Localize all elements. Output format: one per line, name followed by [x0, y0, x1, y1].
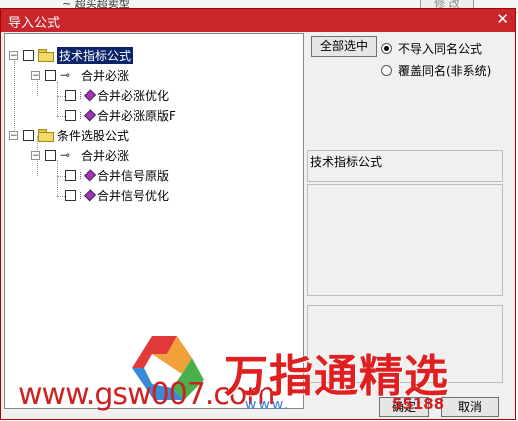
checkbox[interactable]: [65, 109, 76, 121]
tree-item-technical-indicators[interactable]: − 技术指标公式: [9, 46, 134, 64]
folder-icon: [38, 49, 54, 62]
tree-item-stock-screening[interactable]: − 条件选股公式: [9, 126, 129, 144]
radio-unselected-icon[interactable]: [381, 65, 392, 76]
tree-connector: [14, 54, 15, 136]
collapse-toggle[interactable]: −: [9, 130, 18, 140]
checkbox[interactable]: [45, 149, 56, 161]
radio-label: 不导入同名公式: [398, 42, 483, 56]
radio-selected-icon[interactable]: [381, 43, 392, 54]
description-panel: [307, 184, 503, 296]
tree-item-formula[interactable]: 合并必涨优化: [65, 86, 169, 104]
tree-item-formula[interactable]: 合并信号优化: [65, 186, 169, 204]
collapse-toggle[interactable]: −: [31, 70, 40, 80]
tree-item-label: 技术指标公式: [57, 46, 134, 64]
tree-connector: [57, 160, 58, 196]
watermark-url-text: www.: [245, 397, 291, 413]
tree-item-label: 合并信号原版: [97, 168, 170, 183]
checkbox[interactable]: [23, 129, 34, 141]
description-title: 技术指标公式: [310, 155, 383, 169]
dialog-title: 导入公式: [8, 16, 61, 31]
close-icon[interactable]: ✕: [496, 10, 509, 28]
checkbox[interactable]: [45, 69, 56, 81]
tree-item-label: 合并必涨: [81, 68, 130, 83]
formula-icon: [80, 188, 96, 202]
formula-icon: [80, 108, 96, 122]
folder-icon: [38, 129, 54, 142]
tree-connector: [57, 82, 58, 116]
checkbox[interactable]: [65, 169, 76, 181]
radio-no-import[interactable]: 不导入同名公式: [381, 40, 482, 57]
tree-item-label: 合并必涨: [81, 148, 130, 163]
select-all-button[interactable]: 全部选中: [311, 36, 377, 57]
cancel-button[interactable]: 取消: [441, 397, 499, 417]
tree-item-group[interactable]: − ⊸ 合并必涨: [31, 66, 129, 84]
formula-icon: [80, 88, 96, 102]
tree-item-group[interactable]: − ⊸ 合并必涨: [31, 146, 129, 164]
checkbox[interactable]: [23, 49, 34, 61]
tree-item-label: 合并必涨优化: [97, 88, 170, 103]
title-bar[interactable]: 导入公式 ✕: [1, 9, 515, 32]
checkbox[interactable]: [65, 189, 76, 201]
tree-item-label: 条件选股公式: [57, 128, 130, 143]
tree-item-formula[interactable]: 合并必涨原版F: [65, 106, 176, 124]
checkbox[interactable]: [65, 89, 76, 101]
tree-item-label: 合并必涨原版F: [97, 108, 176, 123]
collapse-toggle[interactable]: −: [9, 50, 18, 60]
collapse-toggle[interactable]: −: [31, 150, 40, 160]
tree-item-formula[interactable]: 合并信号原版: [65, 166, 169, 184]
key-icon: ⊸: [60, 68, 71, 82]
description-title-panel: 技术指标公式: [307, 150, 503, 182]
radio-overwrite[interactable]: 覆盖同名(非系统): [381, 62, 491, 79]
tree-item-label: 合并信号优化: [97, 188, 170, 203]
formula-icon: [80, 168, 96, 182]
watermark-url-number: 55188: [392, 395, 445, 413]
key-icon: ⊸: [60, 148, 71, 162]
radio-label: 覆盖同名(非系统): [398, 64, 492, 78]
